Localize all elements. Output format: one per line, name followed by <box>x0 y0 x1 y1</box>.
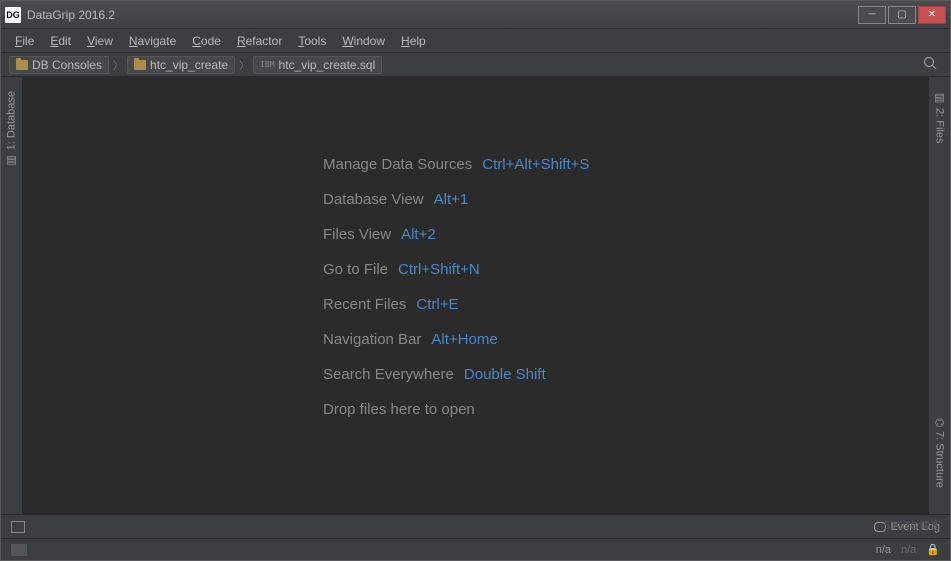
database-icon: ▤ <box>5 154 18 167</box>
hint-label: Go to File <box>323 261 388 278</box>
folder-icon <box>134 60 146 70</box>
menu-code[interactable]: Code <box>186 32 227 50</box>
status-info: n/a <box>876 544 891 556</box>
minimize-button[interactable]: ─ <box>858 6 886 24</box>
breadcrumb-htc-vip-create[interactable]: htc_vip_create <box>127 56 235 74</box>
menu-navigate[interactable]: Navigate <box>123 32 182 50</box>
menu-tools[interactable]: Tools <box>292 32 332 50</box>
files-icon: ▤ <box>933 91 946 104</box>
menu-window[interactable]: Window <box>336 32 391 50</box>
watermark: 51CTO博客 <box>884 517 941 533</box>
menu-edit[interactable]: Edit <box>44 32 77 50</box>
window-controls: ─ ▢ ✕ <box>858 6 946 24</box>
hint-shortcut: Alt+Home <box>431 331 497 348</box>
hint-shortcut: Ctrl+Alt+Shift+S <box>482 156 589 173</box>
hint-shortcut: Ctrl+Shift+N <box>398 261 480 278</box>
hint-label: Navigation Bar <box>323 331 421 348</box>
menu-refactor[interactable]: Refactor <box>231 32 288 50</box>
tab-label: 2: Files <box>934 108 946 143</box>
structure-icon: ⌬ <box>933 418 946 428</box>
tab-structure[interactable]: ⌬ 7: Structure <box>931 412 948 494</box>
hint-label: Drop files here to open <box>323 401 475 418</box>
lock-icon[interactable]: 🔒 <box>926 543 940 556</box>
menu-help[interactable]: Help <box>395 32 432 50</box>
hint-drop-files: Drop files here to open <box>323 401 928 418</box>
hint-go-to-file[interactable]: Go to File Ctrl+Shift+N <box>323 261 928 278</box>
tab-database[interactable]: ▤ 1: Database <box>3 85 20 173</box>
tab-label: 7: Structure <box>934 431 946 488</box>
left-tool-gutter: ▤ 1: Database <box>1 77 23 514</box>
menu-view[interactable]: View <box>81 32 119 50</box>
hint-label: Search Everywhere <box>323 366 454 383</box>
hint-search-everywhere[interactable]: Search Everywhere Double Shift <box>323 366 928 383</box>
hint-label: Manage Data Sources <box>323 156 472 173</box>
hint-database-view[interactable]: Database View Alt+1 <box>323 191 928 208</box>
hint-recent-files[interactable]: Recent Files Ctrl+E <box>323 296 928 313</box>
statusbar-lower: n/a n/a 🔒 <box>1 538 950 560</box>
hint-label: Database View <box>323 191 424 208</box>
breadcrumb-separator-icon: 〉 <box>113 57 123 72</box>
status-extra: n/a <box>901 544 916 556</box>
navigation-bar: DB Consoles 〉 htc_vip_create 〉 IBM htc_v… <box>1 53 950 77</box>
menu-file[interactable]: File <box>9 32 40 50</box>
folder-icon <box>16 60 28 70</box>
hint-manage-data-sources[interactable]: Manage Data Sources Ctrl+Alt+Shift+S <box>323 156 928 173</box>
hint-shortcut: Ctrl+E <box>416 296 458 313</box>
tab-label: 1: Database <box>6 91 18 150</box>
titlebar: DG DataGrip 2016.2 ─ ▢ ✕ <box>1 1 950 29</box>
right-tool-gutter: ▤ 2: Files ⌬ 7: Structure <box>928 77 950 514</box>
hint-navigation-bar[interactable]: Navigation Bar Alt+Home <box>323 331 928 348</box>
hint-shortcut: Alt+2 <box>401 226 436 243</box>
sql-file-icon: IBM <box>260 60 274 69</box>
app-window: DG DataGrip 2016.2 ─ ▢ ✕ File Edit View … <box>0 0 951 561</box>
hint-label: Files View <box>323 226 391 243</box>
breadcrumb-sql-file[interactable]: IBM htc_vip_create.sql <box>253 56 382 74</box>
breadcrumb-separator-icon: 〉 <box>239 57 249 72</box>
search-icon[interactable] <box>923 56 938 74</box>
hint-shortcut: Double Shift <box>464 366 546 383</box>
hint-shortcut: Alt+1 <box>434 191 469 208</box>
tool-windows-toggle-icon[interactable] <box>11 521 25 533</box>
maximize-button[interactable]: ▢ <box>888 6 916 24</box>
hint-files-view[interactable]: Files View Alt+2 <box>323 226 928 243</box>
editor-empty-state[interactable]: Manage Data Sources Ctrl+Alt+Shift+S Dat… <box>23 77 928 514</box>
app-icon: DG <box>5 7 21 23</box>
menubar: File Edit View Navigate Code Refactor To… <box>1 29 950 53</box>
breadcrumb-label: DB Consoles <box>32 58 102 72</box>
breadcrumb-label: htc_vip_create <box>150 58 228 72</box>
breadcrumb-db-consoles[interactable]: DB Consoles <box>9 56 109 74</box>
panel-icon[interactable] <box>11 544 27 556</box>
hint-label: Recent Files <box>323 296 406 313</box>
window-title: DataGrip 2016.2 <box>27 8 858 22</box>
statusbar: Event Log <box>1 514 950 538</box>
tab-files[interactable]: ▤ 2: Files <box>931 85 948 149</box>
breadcrumb-label: htc_vip_create.sql <box>279 58 376 72</box>
close-button[interactable]: ✕ <box>918 6 946 24</box>
content-area: ▤ 1: Database Manage Data Sources Ctrl+A… <box>1 77 950 514</box>
